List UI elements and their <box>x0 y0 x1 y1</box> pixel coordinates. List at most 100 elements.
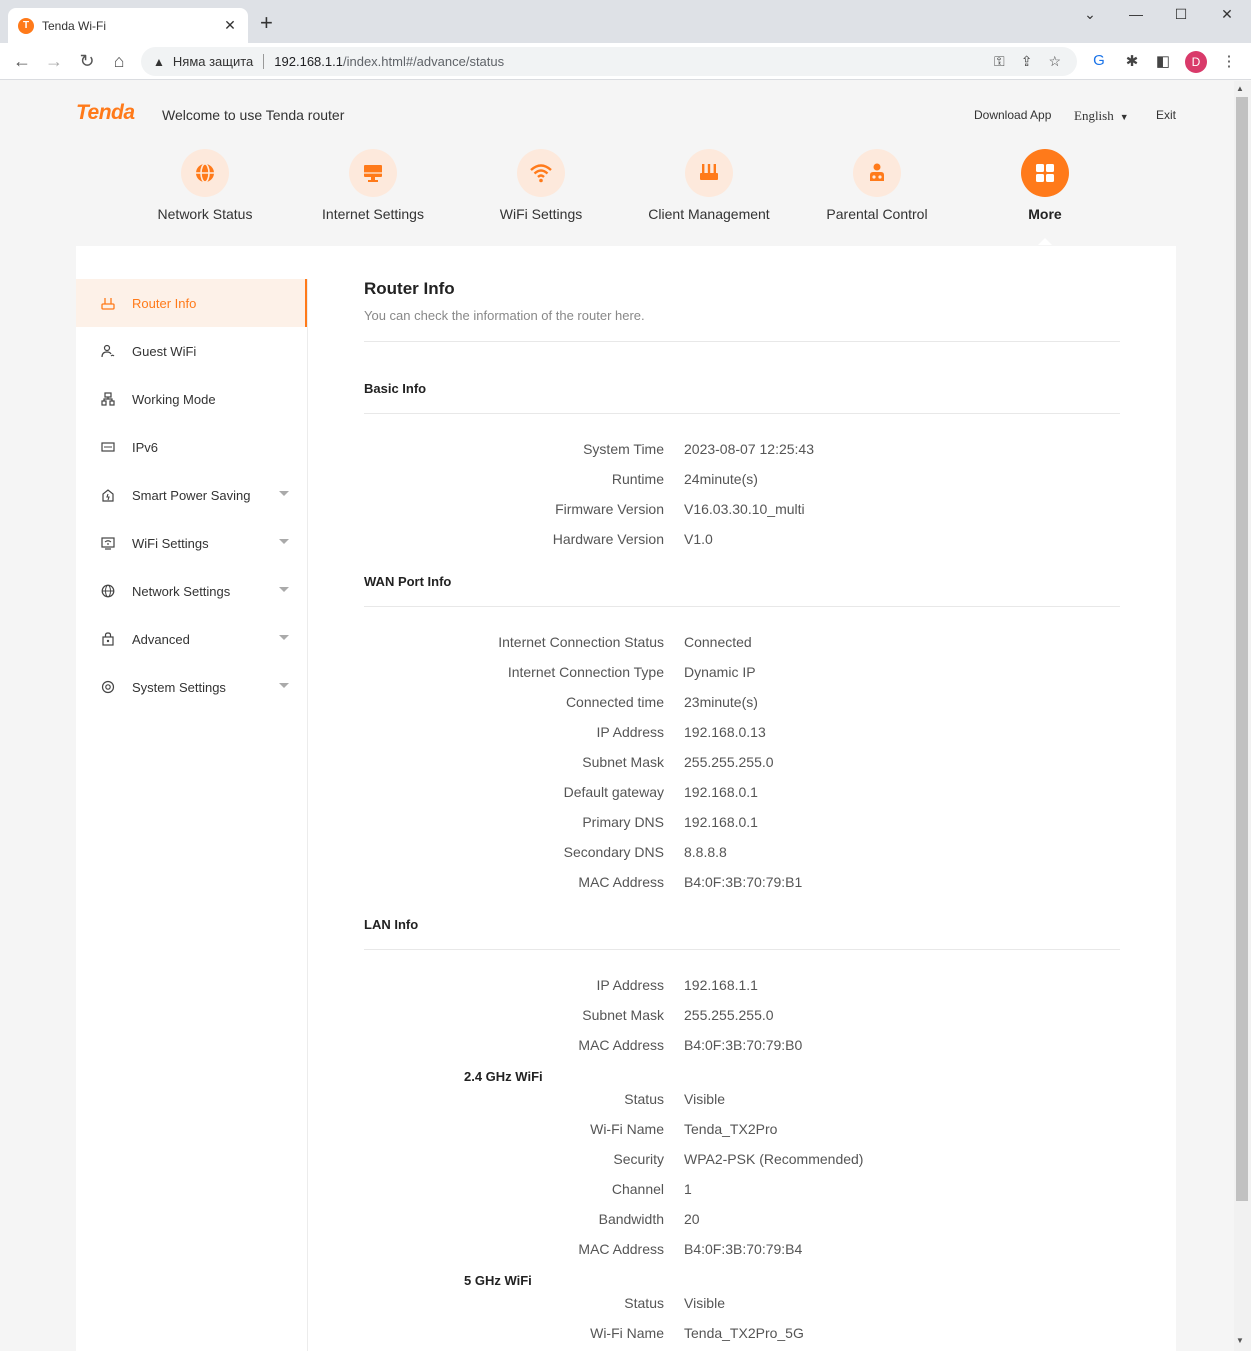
insecure-label[interactable]: Няма защита <box>173 54 265 69</box>
info-row: System Time 2023-08-07 12:25:43 <box>364 441 1120 461</box>
info-value: Dynamic IP <box>684 664 756 680</box>
info-key: IP Address <box>596 977 664 993</box>
info-value: 192.168.1.1 <box>684 977 758 993</box>
info-key: Internet Connection Type <box>507 664 664 680</box>
menu-kebab-icon[interactable]: ⋮ <box>1219 52 1239 70</box>
sidebar-item-guest-wifi[interactable]: Guest WiFi <box>76 327 307 375</box>
nav-parental-control[interactable]: Parental Control <box>793 149 961 222</box>
info-key: Internet Connection Status <box>498 634 664 650</box>
sidebar-item-smart-power-saving[interactable]: Smart Power Saving <box>76 471 307 519</box>
info-key: Security <box>613 1151 664 1167</box>
chevron-down-icon <box>279 539 289 544</box>
sidebar-item-wifi-settings[interactable]: WiFi Settings <box>76 519 307 567</box>
info-key: IP Address <box>596 724 664 740</box>
translate-icon[interactable]: G <box>1089 52 1109 69</box>
tab-search-icon[interactable]: ⌄ <box>1080 6 1100 23</box>
tenda-logo: Tenda <box>76 101 135 124</box>
ipv6-icon <box>100 439 116 455</box>
new-tab-icon[interactable]: + <box>260 12 273 34</box>
minimize-icon[interactable]: — <box>1126 6 1146 22</box>
info-row: MAC Address B4:0F:3B:70:79:B0 <box>364 1037 1120 1057</box>
profile-avatar[interactable]: D <box>1185 51 1207 73</box>
key-icon[interactable]: ⚿ <box>994 53 1005 70</box>
nav-internet-settings[interactable]: Internet Settings <box>289 149 457 222</box>
globe-icon <box>181 149 229 197</box>
info-key: Hardware Version <box>552 531 664 547</box>
maximize-icon[interactable]: ☐ <box>1171 6 1191 23</box>
forward-icon[interactable]: → <box>42 49 66 73</box>
nav-client-management[interactable]: Client Management <box>625 149 793 222</box>
subsection-title-24ghz: 2.4 GHz WiFi <box>464 1069 543 1084</box>
info-key: Runtime <box>611 471 664 487</box>
welcome-text: Welcome to use Tenda router <box>162 107 345 123</box>
url-host: 192.168.1.1 <box>274 54 343 69</box>
divider <box>364 341 1120 342</box>
chevron-down-icon <box>279 587 289 592</box>
sidebar-item-label: Guest WiFi <box>132 343 197 359</box>
info-value: 255.255.255.0 <box>684 754 774 770</box>
address-bar[interactable]: ▲ Няма защита 192.168.1.1/index.html#/ad… <box>141 47 1077 76</box>
info-value: B4:0F:3B:70:79:B4 <box>684 1241 803 1257</box>
sidebar-item-ipv6[interactable]: IPv6 <box>76 423 307 471</box>
subsection-title-5ghz: 5 GHz WiFi <box>464 1273 532 1288</box>
sidebar-item-router-info[interactable]: Router Info <box>76 279 307 327</box>
info-key: MAC Address <box>578 874 664 890</box>
info-key: Primary DNS <box>582 814 664 830</box>
info-row: Firmware Version V16.03.30.10_multi <box>364 501 1120 521</box>
sidebar-item-advanced[interactable]: Advanced <box>76 615 307 663</box>
info-key: Connected time <box>565 694 664 710</box>
extensions-icon[interactable]: ✱ <box>1122 52 1142 70</box>
reload-icon[interactable]: ↻ <box>75 49 99 73</box>
close-window-icon[interactable]: ✕ <box>1217 6 1237 23</box>
topology-icon <box>100 391 116 407</box>
close-tab-icon[interactable]: ✕ <box>222 17 238 34</box>
info-value: Connected <box>684 634 752 650</box>
nav-network-status[interactable]: Network Status <box>121 149 289 222</box>
info-row: Channel 1 <box>364 1181 1120 1201</box>
info-key: System Time <box>583 441 664 457</box>
info-key: Channel <box>611 1181 664 1197</box>
info-row: Bandwidth 20 <box>364 1211 1120 1231</box>
router-icon <box>685 149 733 197</box>
browser-toolbar: ← → ↻ ⌂ ▲ Няма защита 192.168.1.1/index.… <box>0 43 1251 80</box>
info-row: Status Visible <box>364 1295 1120 1315</box>
nav-more[interactable]: More <box>961 149 1129 222</box>
url-path: /index.html#/advance/status <box>342 54 505 69</box>
bookmark-star-icon[interactable]: ☆ <box>1048 53 1061 70</box>
tenda-favicon-icon: T <box>18 17 34 34</box>
info-key: Subnet Mask <box>582 754 664 770</box>
info-key: Status <box>624 1295 664 1311</box>
sidebar-item-working-mode[interactable]: Working Mode <box>76 375 307 423</box>
url-text[interactable]: 192.168.1.1/index.html#/advance/status <box>274 54 994 69</box>
home-icon[interactable]: ⌂ <box>107 49 131 73</box>
share-icon[interactable]: ⇪ <box>1021 53 1033 70</box>
divider <box>364 606 1120 607</box>
download-app-link[interactable]: Download App <box>974 108 1051 122</box>
info-value: 192.168.0.1 <box>684 784 758 800</box>
nav-label: Network Status <box>157 206 253 222</box>
info-row: Wi-Fi Name Tenda_TX2Pro_5G <box>364 1325 1120 1345</box>
info-row: Subnet Mask 255.255.255.0 <box>364 754 1120 774</box>
divider <box>364 949 1120 950</box>
exit-link[interactable]: Exit <box>1156 108 1176 122</box>
info-row: IP Address 192.168.1.1 <box>364 977 1120 997</box>
nav-label: More <box>1028 206 1062 222</box>
sidebar-item-label: IPv6 <box>132 439 159 455</box>
sidebar-item-network-settings[interactable]: Network Settings <box>76 567 307 615</box>
info-value: Tenda_TX2Pro_5G <box>684 1325 804 1341</box>
scrollbar-thumb[interactable] <box>1236 97 1248 1201</box>
sidebar-item-system-settings[interactable]: System Settings <box>76 663 307 711</box>
sidebar-item-label: Router Info <box>132 295 197 311</box>
language-select[interactable]: English ▼ <box>1074 108 1129 124</box>
back-icon[interactable]: ← <box>10 49 34 73</box>
nav-label: Client Management <box>648 206 770 222</box>
info-value: Tenda_TX2Pro <box>684 1121 778 1137</box>
scroll-down-arrow-icon[interactable]: ▼ <box>1236 1336 1244 1345</box>
side-panel-icon[interactable]: ◧ <box>1153 52 1173 70</box>
info-key: Bandwidth <box>598 1211 664 1227</box>
parental-icon <box>853 149 901 197</box>
nav-wifi-settings[interactable]: WiFi Settings <box>457 149 625 222</box>
scroll-up-arrow-icon[interactable]: ▲ <box>1236 84 1244 93</box>
warning-icon[interactable]: ▲ <box>153 55 165 69</box>
browser-tab[interactable]: T Tenda Wi-Fi ✕ <box>8 8 248 43</box>
